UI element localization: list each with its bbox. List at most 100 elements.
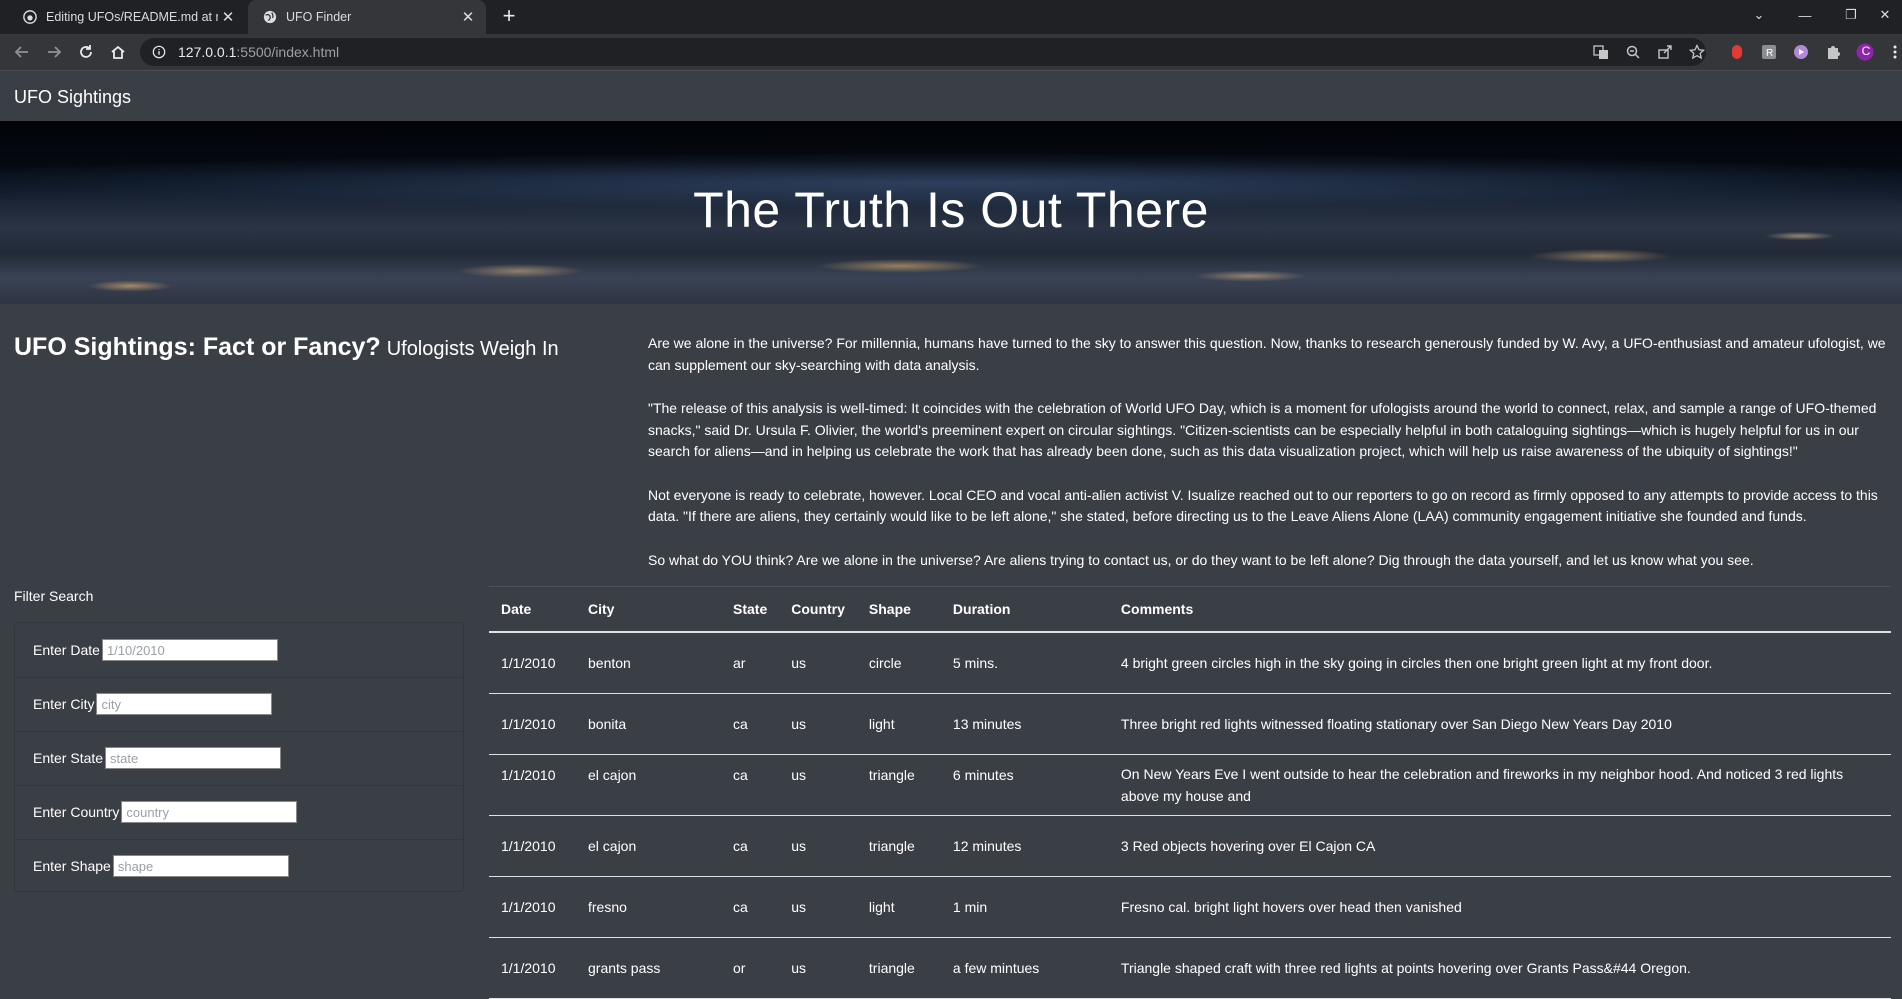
browser-tab-github[interactable]: Editing UFOs/README.md at ma ✕ <box>8 0 246 34</box>
article-paragraph: Are we alone in the universe? For millen… <box>648 335 1886 373</box>
cell-country: us <box>779 632 857 694</box>
cell-shape: triangle <box>856 815 941 877</box>
browser-toolbar: 127.0.0.1:5500/index.html R C <box>0 34 1902 70</box>
cell-date: 1/1/2010 <box>489 693 576 755</box>
filter-row-state: Enter State <box>15 731 463 786</box>
filter-search-heading: Filter Search <box>14 588 94 604</box>
url-path: :5500/index.html <box>236 44 340 60</box>
home-icon[interactable] <box>106 40 130 64</box>
extensions-puzzle-icon[interactable] <box>1824 43 1842 61</box>
column-header-comments: Comments <box>1108 586 1891 633</box>
cell-duration: 5 mins. <box>940 632 1109 694</box>
browser-menu-icon[interactable] <box>1890 43 1900 61</box>
tab-search-icon[interactable]: ⌄ <box>1736 0 1782 30</box>
close-window-icon[interactable]: ✕ <box>1862 0 1902 30</box>
cell-shape: triangle <box>856 754 941 816</box>
cell-date: 1/1/2010 <box>489 815 576 877</box>
cell-state: ar <box>721 632 780 694</box>
site-info-icon[interactable] <box>152 45 170 59</box>
date-filter-input[interactable] <box>101 639 278 661</box>
hero-banner: The Truth Is Out There <box>0 121 1902 304</box>
table-row: 1/1/2010 bonita ca us light 13 minutes T… <box>489 693 1891 755</box>
column-header-duration: Duration <box>940 586 1109 633</box>
cell-city: fresno <box>576 876 721 938</box>
state-filter-input[interactable] <box>105 747 282 769</box>
ufo-sightings-table: Date City State Country Shape Duration C… <box>489 586 1891 999</box>
back-icon[interactable] <box>10 40 34 64</box>
cell-country: us <box>779 937 857 999</box>
article-title: UFO Sightings: Fact or Fancy? Ufologists … <box>14 333 559 362</box>
column-header-country: Country <box>779 586 857 633</box>
profile-initial: C <box>1861 44 1871 58</box>
cell-date: 1/1/2010 <box>489 876 576 938</box>
cell-comments: Triangle shaped craft with three red lig… <box>1108 937 1891 999</box>
share-icon[interactable] <box>1656 43 1674 61</box>
reload-icon[interactable] <box>74 40 98 64</box>
filter-row-date: Enter Date <box>15 623 463 678</box>
extension-play-icon[interactable] <box>1792 43 1810 61</box>
filter-panel: Enter Date Enter City Enter State Enter … <box>14 622 464 892</box>
tab-title: UFO Finder <box>286 10 352 24</box>
filter-row-city: Enter City <box>15 677 463 732</box>
profile-avatar[interactable]: C <box>1856 43 1874 61</box>
cell-duration: a few mintues <box>940 937 1109 999</box>
shape-filter-input[interactable] <box>112 855 289 877</box>
cell-duration: 13 minutes <box>940 693 1109 755</box>
article-paragraph: Not everyone is ready to celebrate, howe… <box>648 486 1878 525</box>
forward-icon[interactable] <box>42 40 66 64</box>
url-host: 127.0.0.1 <box>178 44 237 60</box>
zoom-icon[interactable] <box>1624 43 1642 61</box>
svg-text:R: R <box>1766 48 1773 59</box>
cell-shape: circle <box>856 632 941 694</box>
date-label: Enter Date <box>33 642 100 658</box>
table-header-row: Date City State Country Shape Duration C… <box>489 586 1891 633</box>
translate-icon[interactable] <box>1592 43 1610 61</box>
cell-city: benton <box>576 632 721 694</box>
address-bar[interactable]: 127.0.0.1:5500/index.html <box>140 38 1706 66</box>
minimize-icon[interactable]: — <box>1782 0 1828 30</box>
table-row: 1/1/2010 grants pass or us triangle a fe… <box>489 937 1891 999</box>
cell-duration: 12 minutes <box>940 815 1109 877</box>
article-title-main: UFO Sightings: Fact or Fancy? <box>14 333 381 361</box>
article-subtitle: Ufologists Weigh In <box>386 338 559 360</box>
country-label: Enter Country <box>33 804 120 820</box>
cell-comments: 4 bright green circles high in the sky g… <box>1108 632 1891 694</box>
tab-title: Editing UFOs/README.md at ma <box>46 10 218 24</box>
cell-comments: On New Years Eve I went outside to hear … <box>1108 754 1891 816</box>
browser-tab-ufo-finder[interactable]: UFO Finder ✕ <box>248 0 486 34</box>
close-tab-icon[interactable]: ✕ <box>458 8 478 26</box>
cell-shape: light <box>856 693 941 755</box>
filter-row-country: Enter Country <box>15 785 463 840</box>
cell-comments: 3 Red objects hovering over El Cajon CA <box>1108 815 1891 877</box>
article-paragraph: So what do YOU think? Are we alone in th… <box>648 551 1754 568</box>
cell-state: ca <box>721 876 780 938</box>
site-brand-link[interactable]: UFO Sightings <box>14 87 131 108</box>
extension-r-icon[interactable]: R <box>1760 43 1778 61</box>
cell-date: 1/1/2010 <box>489 937 576 999</box>
city-filter-input[interactable] <box>96 693 273 715</box>
table-row: 1/1/2010 el cajon ca us triangle 12 minu… <box>489 815 1891 877</box>
new-tab-icon[interactable]: + <box>498 5 520 28</box>
bookmark-star-icon[interactable] <box>1688 43 1706 61</box>
cell-city: el cajon <box>576 754 721 816</box>
github-icon <box>22 9 38 25</box>
table-row: 1/1/2010 fresno ca us light 1 min Fresno… <box>489 876 1891 938</box>
cell-comments: Three bright red lights witnessed floati… <box>1108 693 1891 755</box>
country-filter-input[interactable] <box>121 801 298 823</box>
close-tab-icon[interactable]: ✕ <box>218 8 238 26</box>
extension-red-icon[interactable] <box>1728 43 1746 61</box>
hero-title: The Truth Is Out There <box>693 182 1209 238</box>
cell-country: us <box>779 815 857 877</box>
cell-state: ca <box>721 754 780 816</box>
state-label: Enter State <box>33 750 104 766</box>
cell-city: el cajon <box>576 815 721 877</box>
shape-label: Enter Shape <box>33 858 111 874</box>
globe-icon <box>262 9 278 25</box>
column-header-state: State <box>721 586 780 633</box>
column-header-shape: Shape <box>856 586 941 633</box>
article-paragraph: "The release of this analysis is well-ti… <box>648 400 1877 459</box>
cell-country: us <box>779 754 857 816</box>
cell-city: grants pass <box>576 937 721 999</box>
cell-comments: Fresno cal. bright light hovers over hea… <box>1108 876 1891 938</box>
article-body: Are we alone in the universe? For millen… <box>648 333 1890 593</box>
